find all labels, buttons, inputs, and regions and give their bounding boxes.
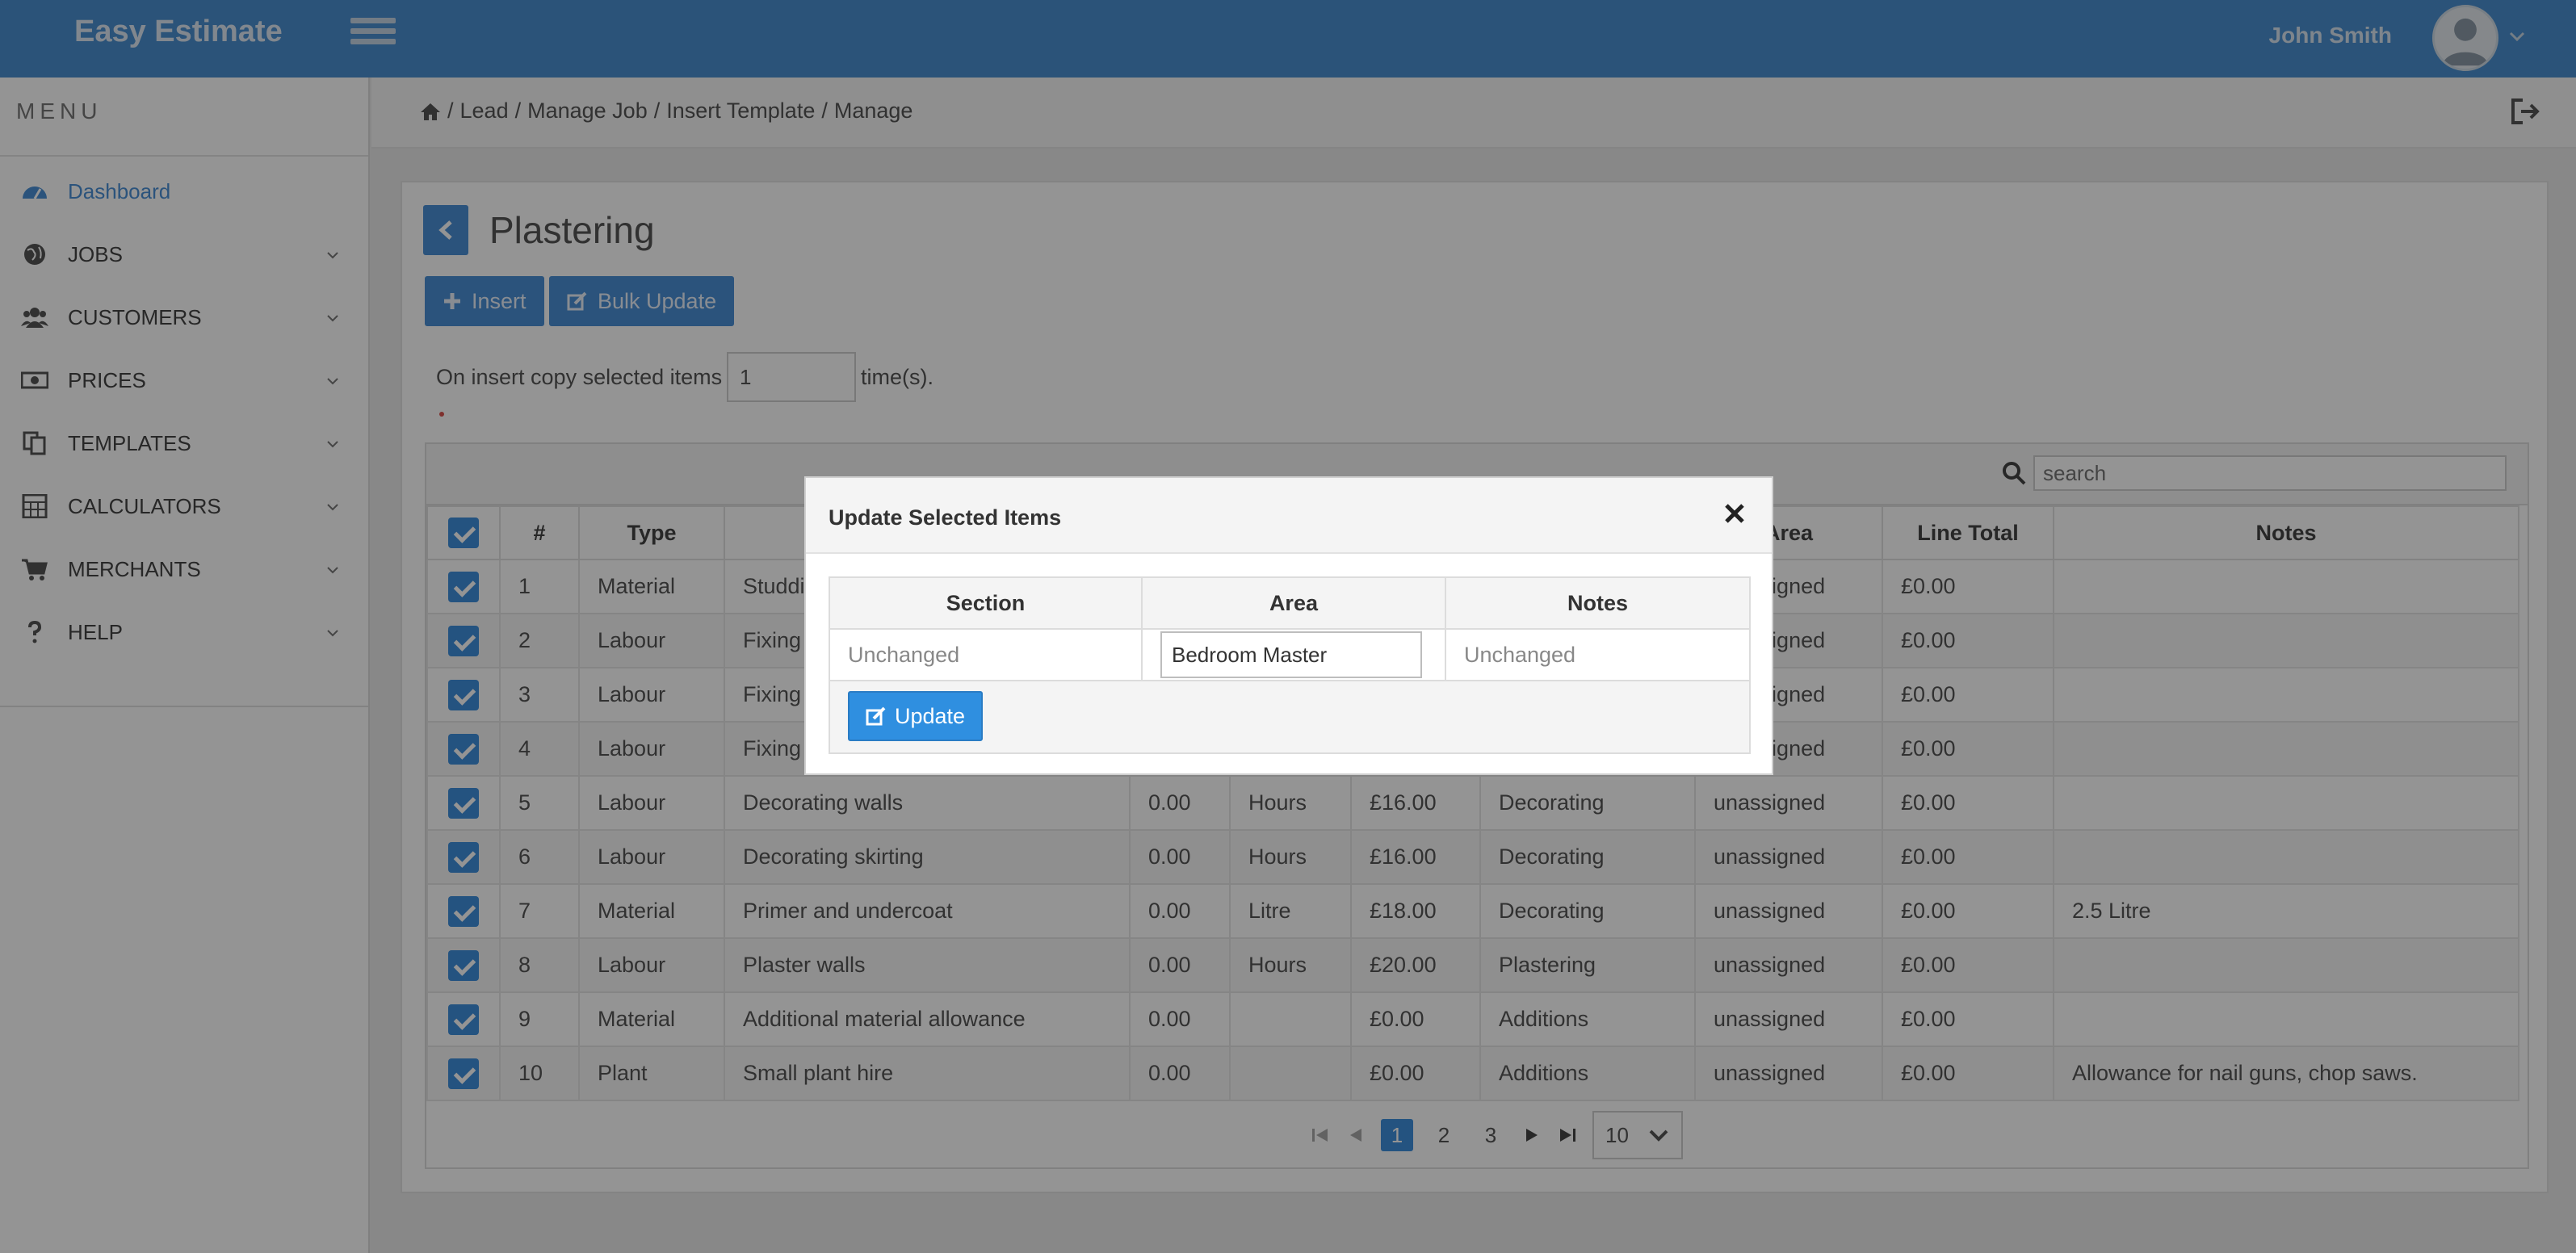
area-field-cell (1140, 628, 1446, 681)
modal-column-notes: Notes (1444, 576, 1752, 630)
modal-footer: Update (829, 681, 1751, 754)
close-icon[interactable] (1722, 501, 1747, 526)
edit-icon (866, 706, 886, 726)
update-button[interactable]: Update (848, 691, 984, 741)
modal-header: Update Selected Items (806, 478, 1772, 554)
modal-input-row: Unchanged Unchanged (829, 628, 1752, 681)
modal-header-row: Section Area Notes (829, 576, 1752, 630)
notes-field[interactable]: Unchanged (1444, 628, 1752, 681)
area-input[interactable] (1160, 631, 1422, 678)
modal-fields-table: Section Area Notes Unchanged Unchanged (829, 576, 1752, 681)
modal-column-area: Area (1140, 576, 1446, 630)
update-button-label: Update (895, 703, 966, 728)
modal-column-section: Section (829, 576, 1143, 630)
modal-title: Update Selected Items (829, 505, 1062, 530)
update-selected-items-modal: Update Selected Items Section Area Notes… (804, 476, 1773, 775)
section-field[interactable]: Unchanged (829, 628, 1143, 681)
